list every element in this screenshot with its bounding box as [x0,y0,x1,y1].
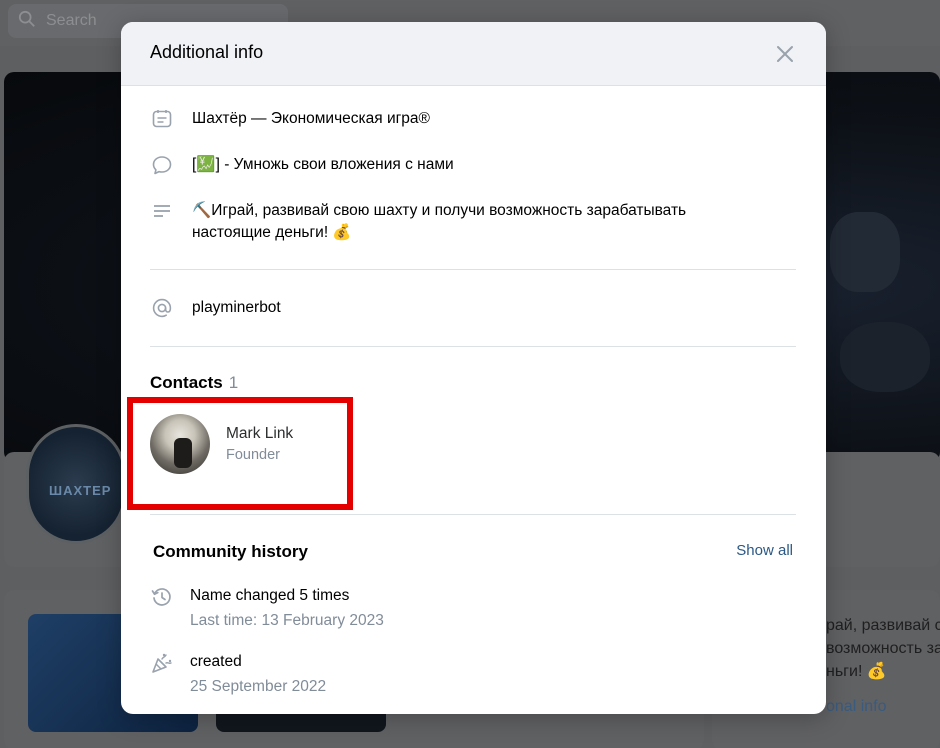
modal-title: Additional info [150,42,264,62]
history-sub-text: 25 September 2022 [190,678,327,695]
history-item: Name changed 5 times Last time: 13 Febru… [150,585,384,632]
at-sign-icon [150,297,174,319]
close-icon [774,46,796,69]
info-row-username: playminerbot [150,297,752,319]
side-info-link[interactable]: onal info [826,698,887,716]
info-row-name: Шахтёр — Экономическая игра® [150,108,752,130]
community-avatar: ШАХТЕР [26,424,126,544]
info-row-status: [💹] - Умножь свои вложения с нами [150,154,752,176]
history-title: Community history [153,542,308,561]
contacts-count: 1 [228,373,239,392]
history-main-text: created [190,653,242,670]
history-icon [150,585,174,609]
divider [150,269,796,270]
divider [150,514,796,515]
info-text: Шахтёр — Экономическая игра® [192,110,430,127]
history-item: created 25 September 2022 [150,651,326,698]
text-lines-icon [150,200,174,222]
divider [150,346,796,347]
contact-item[interactable]: Mark Link Founder [150,414,293,474]
search-placeholder: Search [46,12,97,29]
info-text: ⛏️Играй, развивай свою шахту и получи во… [192,202,687,241]
search-icon [18,10,36,33]
info-row-description: ⛏️Играй, развивай свою шахту и получи во… [150,200,752,244]
history-main-text: Name changed 5 times [190,587,350,604]
community-avatar-text: ШАХТЕР [49,483,112,498]
contact-name: Mark Link [226,425,294,442]
history-sub-text: Last time: 13 February 2023 [190,612,384,629]
contacts-title: Contacts [150,373,223,392]
show-all-link[interactable]: Show all [736,542,793,559]
modal-header: Additional info [121,22,826,86]
contacts-heading: Contacts 1 [150,373,238,393]
comment-icon [150,154,174,176]
additional-info-modal: Additional info Шахтёр — Экономическая и… [121,22,826,714]
party-popper-icon [150,651,174,675]
contact-role: Founder [226,447,281,463]
note-icon [150,108,174,130]
side-info-text: рай, развивай с возможность зараба ньги!… [826,617,940,680]
close-button[interactable] [774,43,796,65]
username-text[interactable]: playminerbot [192,297,752,319]
info-text: [💹] - Умножь свои вложения с нами [192,156,454,173]
avatar [150,414,210,474]
